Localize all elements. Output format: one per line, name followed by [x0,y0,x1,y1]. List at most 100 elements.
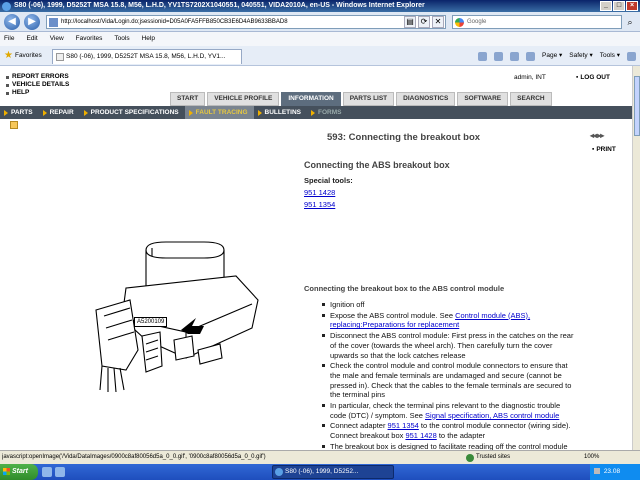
print-label: PRINT [596,146,616,153]
tool-link-9511354[interactable]: 951 1354 [304,200,335,209]
list-item: The breakout box is designed to facilita… [320,442,576,450]
windows-flag-icon [3,468,10,475]
search-icon[interactable]: ⌕ [624,16,636,28]
print-link[interactable]: ▪ PRINT [592,146,616,153]
tab-software[interactable]: SOFTWARE [457,92,509,106]
menu-edit[interactable]: Edit [26,32,37,46]
subtab-forms[interactable]: FORMS [307,106,347,119]
step-text: Check the control module and control mod… [330,361,572,400]
maximize-button[interactable]: □ [613,1,625,11]
special-tools-label: Special tools: [304,176,353,185]
home-icon[interactable] [478,51,487,61]
subsection-title: Connecting the breakout box to the ABS c… [304,284,505,293]
close-button[interactable]: × [626,1,638,11]
trusted-sites-label: Trusted sites [476,454,511,460]
search-input[interactable]: Google [452,15,622,29]
subtab-parts-label: PARTS [11,109,33,116]
navigation-arrows[interactable]: ◂◂ ▸▸ [590,131,604,140]
back-button[interactable]: ◀ [4,14,20,30]
google-icon [455,18,464,27]
forward-button[interactable]: ▶ [24,14,40,30]
list-item: Expose the ABS control module. See Contr… [320,311,576,330]
menu-view[interactable]: View [50,32,64,46]
help-link[interactable]: HELP [6,89,69,97]
refresh-icon[interactable]: ⟳ [418,16,430,28]
trusted-sites-icon [466,453,474,462]
bullet-icon [6,75,9,79]
favorites-bar: ★ Favorites S80 (-06), 1999, D5252T MSA … [0,46,640,66]
zoom-level[interactable]: 100% [584,451,599,464]
abs-module-illustration[interactable] [86,240,266,400]
tab-information[interactable]: INFORMATION [281,92,341,106]
step-text: Connect adapter [330,421,388,431]
mail-icon[interactable] [510,51,519,61]
page-menu[interactable]: Page ▾ [542,51,562,61]
tab-start[interactable]: START [170,92,206,106]
menu-file[interactable]: File [4,32,14,46]
figure-label: A5200109 [134,317,168,327]
triangle-icon [188,109,193,116]
step-text: to the adapter [436,431,486,441]
search-placeholder: Google [467,19,487,25]
signal-specification-link[interactable]: Signal specification, ABS control module [425,411,559,420]
help-icon[interactable] [627,51,636,61]
tab-page-icon [56,53,64,61]
list-item: Disconnect the ABS control module: First… [320,331,576,360]
address-input[interactable]: http://localhost/Vida/Login.do;jsessioni… [46,15,446,29]
stop-icon[interactable]: ✕ [432,16,444,28]
breakout-box-link[interactable]: 951 1428 [405,431,436,440]
security-zone[interactable]: Trusted sites [466,451,510,464]
logout-link[interactable]: ▪ LOG OUT [576,74,610,81]
scrollbar-thumb[interactable] [634,76,640,136]
favorites-button[interactable]: ★ Favorites [4,50,42,62]
tool-link-9511428[interactable]: 951 1428 [304,188,335,197]
desktop-quicklaunch-icon[interactable] [55,467,65,477]
list-item: In particular, check the terminal pins r… [320,401,576,420]
taskbar-window-button[interactable]: S80 (-06), 1999, D5252... [272,465,394,479]
help-label: HELP [12,89,30,96]
safety-menu[interactable]: Safety ▾ [569,51,593,61]
tools-menu[interactable]: Tools ▾ [600,51,620,61]
print-icon[interactable] [526,51,535,61]
menu-tools[interactable]: Tools [114,32,129,46]
user-label: admin, INT [514,74,546,81]
folder-icon[interactable] [10,121,18,129]
triangle-icon [83,109,88,116]
bullet-icon [6,91,9,95]
browser-tab[interactable]: S80 (-06), 1999, D5252T MSA 15.8, M56, L… [52,49,242,64]
subtab-fault-tracing[interactable]: FAULT TRACING [184,106,254,119]
tray-icon[interactable] [594,468,600,475]
window-controls: _ □ × [600,1,638,11]
menu-favorites[interactable]: Favorites [76,32,103,46]
tab-vehicle-profile[interactable]: VEHICLE PROFILE [207,92,280,106]
step-text: The breakout box is designed to facilita… [330,441,568,450]
logout-bullet-icon: ▪ [576,74,579,81]
tab-diagnostics[interactable]: DIAGNOSTICS [396,92,456,106]
star-icon: ★ [4,50,13,61]
subtab-repair[interactable]: REPAIR [39,106,80,119]
list-item: Ignition off [320,300,576,310]
subtab-parts[interactable]: PARTS [0,106,39,119]
menu-help[interactable]: Help [142,32,155,46]
clock: 23.08 [603,468,621,475]
subtab-bulletins[interactable]: BULLETINS [254,106,307,119]
subtab-product-specifications[interactable]: PRODUCT SPECIFICATIONS [80,106,185,119]
feeds-icon[interactable] [494,51,503,61]
tab-search[interactable]: SEARCH [510,92,552,106]
menubar: File Edit View Favorites Tools Help [0,32,640,46]
page-icon [49,18,58,27]
status-bar: javascript:openImage('/Vida/DataImages/0… [0,450,640,464]
minimize-button[interactable]: _ [600,1,612,11]
report-errors-link[interactable]: REPORT ERRORS [6,73,69,81]
system-tray: 23.08 [590,464,640,480]
adapter-link[interactable]: 951 1354 [388,421,419,430]
tab-parts-list[interactable]: PARTS LIST [342,92,395,106]
compatibility-icon[interactable]: ▤ [404,16,416,28]
triangle-icon [4,109,8,116]
triangle-icon [311,109,315,116]
status-text: javascript:openImage('/Vida/DataImages/0… [2,454,266,460]
vehicle-details-link[interactable]: VEHICLE DETAILS [6,81,69,89]
ie-quicklaunch-icon[interactable] [42,467,52,477]
start-button[interactable]: Start [0,464,38,480]
vertical-scrollbar[interactable] [632,66,640,450]
